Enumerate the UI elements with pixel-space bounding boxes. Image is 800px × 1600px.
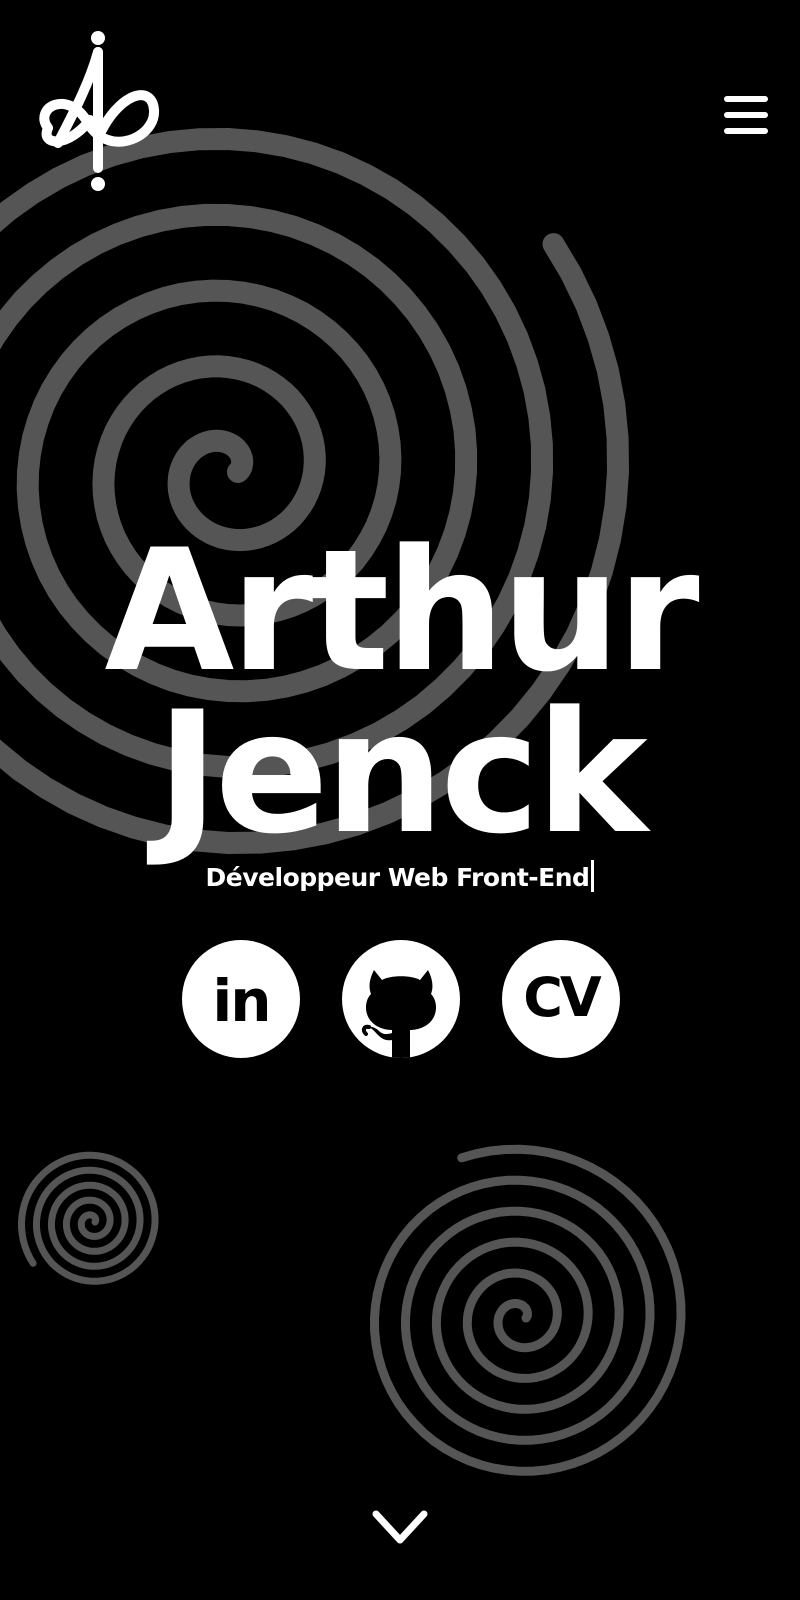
site-logo[interactable] bbox=[28, 28, 168, 198]
chevron-down-icon bbox=[372, 1510, 428, 1544]
linkedin-button[interactable]: in bbox=[182, 940, 300, 1058]
hero-subtitle: Développeur Web Front-End bbox=[0, 860, 800, 892]
github-icon bbox=[361, 970, 437, 1058]
medium-spiral-decoration bbox=[369, 1144, 686, 1476]
hero-first-name: Arthur bbox=[104, 513, 699, 709]
hero-subtitle-text: Développeur Web Front-End bbox=[205, 863, 590, 892]
monogram-logo-icon bbox=[39, 31, 159, 191]
menu-bar-middle bbox=[724, 112, 768, 118]
hamburger-menu-button[interactable] bbox=[718, 92, 774, 140]
small-spiral-decoration bbox=[17, 1151, 159, 1285]
hero-last-name: Jenck bbox=[156, 675, 647, 871]
menu-bar-top bbox=[724, 96, 768, 102]
linkedin-icon: in bbox=[212, 967, 271, 1035]
typing-caret bbox=[591, 860, 595, 892]
scroll-down-button[interactable] bbox=[370, 1508, 430, 1550]
cv-icon: CV bbox=[523, 965, 601, 1029]
github-button[interactable] bbox=[342, 940, 460, 1058]
page: Arthur Jenck Développeur Web Front-End i… bbox=[0, 0, 800, 1600]
hero-name: Arthur Jenck bbox=[0, 513, 800, 871]
menu-bar-bottom bbox=[724, 128, 768, 134]
cv-button[interactable]: CV bbox=[502, 940, 620, 1058]
